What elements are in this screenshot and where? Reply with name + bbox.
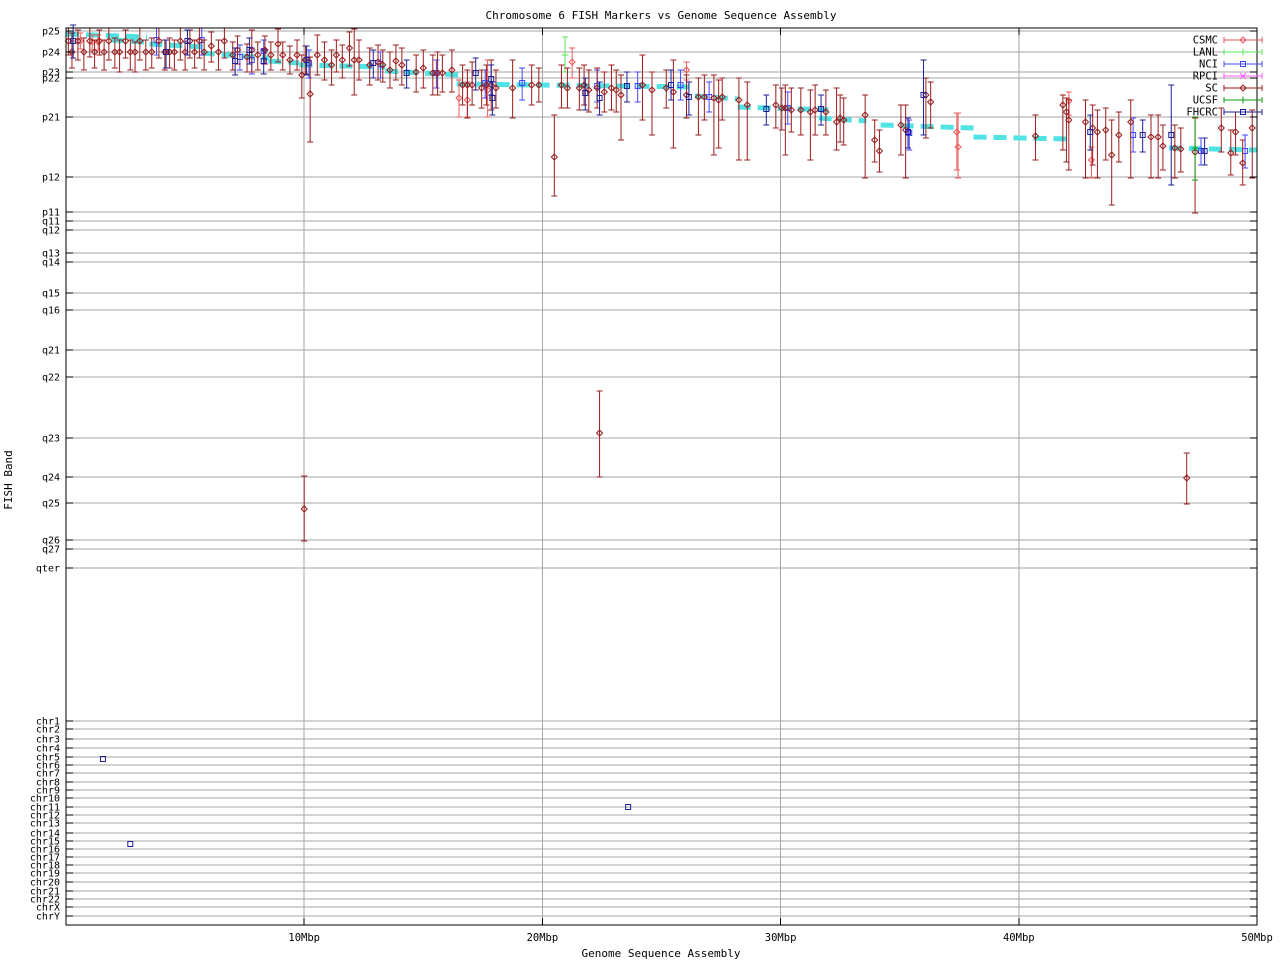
band-label: p24 xyxy=(42,48,60,59)
data-series xyxy=(65,25,1255,847)
legend-label: LANL xyxy=(1193,47,1218,59)
legend-label: FHCRC xyxy=(1186,107,1218,119)
band-label: p25 xyxy=(42,27,60,38)
band-label: q24 xyxy=(42,473,60,484)
band-label: q22 xyxy=(42,373,60,384)
legend-label: CSMC xyxy=(1193,35,1218,47)
y-axis-label: FISH Band xyxy=(2,450,15,510)
legend-entry-UCSF: UCSF xyxy=(1193,95,1262,107)
band-label: p21 xyxy=(42,113,60,124)
x-tick-label: 30Mbp xyxy=(765,932,797,944)
legend-label: SC xyxy=(1205,83,1218,95)
x-tick-label: 10Mbp xyxy=(288,932,320,944)
series-UCSF xyxy=(1192,117,1199,180)
band-label: q15 xyxy=(42,289,60,300)
band-label: q27 xyxy=(42,545,60,556)
band-label: p12 xyxy=(42,173,60,184)
series-SC xyxy=(65,28,1255,541)
trend-line xyxy=(66,34,1257,150)
band-label: chrY xyxy=(36,912,60,923)
band-label: q14 xyxy=(42,258,60,269)
legend-entry-LANL: LANL xyxy=(1193,47,1262,59)
legend-entry-NCI: NCI xyxy=(1199,59,1262,71)
band-label: p22 xyxy=(42,74,60,85)
x-axis-label: Genome Sequence Assembly xyxy=(582,947,741,960)
legend-label: RPCI xyxy=(1193,71,1218,83)
legend: CSMCLANLNCIRPCISCUCSFFHCRC xyxy=(1186,35,1262,119)
fish-markers-plot: Chromosome 6 FISH Markers vs Genome Sequ… xyxy=(0,0,1280,960)
legend-label: NCI xyxy=(1199,59,1218,71)
chart-title: Chromosome 6 FISH Markers vs Genome Sequ… xyxy=(486,9,837,22)
band-label: qter xyxy=(36,564,60,575)
gridlines xyxy=(66,28,1257,925)
series-FHCRC xyxy=(70,25,1207,847)
band-label: q21 xyxy=(42,346,60,357)
x-tick-label: 40Mbp xyxy=(1003,932,1035,944)
band-label: q12 xyxy=(42,226,60,237)
x-tick-label: 20Mbp xyxy=(527,932,559,944)
legend-label: UCSF xyxy=(1193,95,1218,107)
axes: 10Mbp20Mbp30Mbp40Mbp50Mbpp25p24p23p22p21… xyxy=(30,27,1273,945)
band-label: q16 xyxy=(42,306,60,317)
legend-entry-CSMC: CSMC xyxy=(1193,35,1262,47)
band-label: q23 xyxy=(42,434,60,445)
legend-entry-SC: SC xyxy=(1205,83,1262,95)
band-label: q25 xyxy=(42,499,60,510)
series-LANL xyxy=(562,37,569,72)
chart-canvas: Chromosome 6 FISH Markers vs Genome Sequ… xyxy=(0,0,1280,960)
x-tick-label: 50Mbp xyxy=(1241,932,1273,944)
